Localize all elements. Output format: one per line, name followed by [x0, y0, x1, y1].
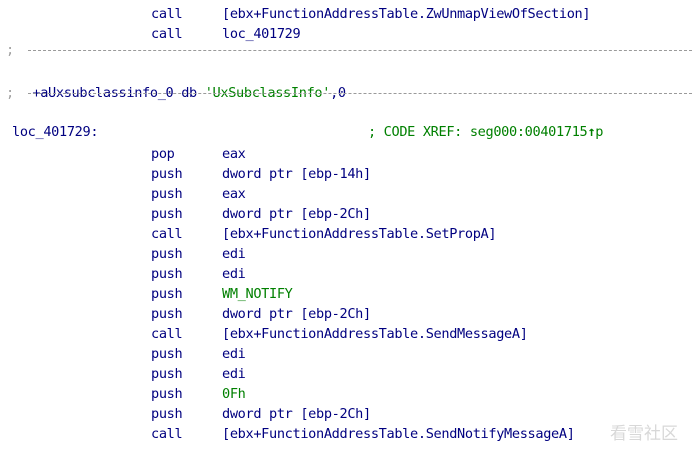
code-line[interactable]: push dword ptr [ebp-2Ch]: [0, 204, 371, 224]
code-line[interactable]: push dword ptr [ebp-14h]: [0, 164, 371, 184]
symbolic-constant: WM_NOTIFY: [222, 286, 293, 302]
instruction-operand: edi: [222, 266, 246, 282]
xref-type: p: [595, 124, 604, 140]
code-xref-comment[interactable]: ; CODE XREF: seg000:00401715↑p: [368, 122, 603, 142]
instruction-operand: eax: [222, 146, 246, 162]
code-line[interactable]: push 0Fh: [0, 384, 246, 404]
instruction-mnemonic: push: [151, 166, 183, 182]
code-line[interactable]: push dword ptr [ebp-2Ch]: [0, 404, 371, 424]
instruction-operand: edi: [222, 366, 246, 382]
code-line[interactable]: push WM_NOTIFY: [0, 284, 293, 304]
instruction-operand: [ebx+FunctionAddressTable.SendMessageA]: [222, 326, 528, 342]
immediate-constant: 0Fh: [222, 386, 246, 402]
location-line[interactable]: loc_401729: ; CODE XREF: seg000:00401715…: [0, 122, 692, 142]
section-separator: ;: [0, 40, 692, 60]
instruction-operand: [ebx+FunctionAddressTable.SetPropA]: [222, 226, 497, 242]
code-line[interactable]: push edi: [0, 364, 246, 384]
code-line[interactable]: call [ebx+FunctionAddressTable.SendMessa…: [0, 324, 528, 344]
instruction-mnemonic: push: [151, 206, 183, 222]
instruction-mnemonic: push: [151, 186, 183, 202]
instruction-mnemonic: pop: [151, 146, 175, 162]
instruction-mnemonic: call: [151, 426, 183, 442]
code-line[interactable]: call [ebx+FunctionAddressTable.ZwUnmapVi…: [0, 4, 591, 24]
separator-dashed-rule: [28, 93, 692, 94]
instruction-mnemonic: push: [151, 406, 183, 422]
code-line[interactable]: call [ebx+FunctionAddressTable.SetPropA]: [0, 224, 497, 244]
instruction-mnemonic: call: [151, 226, 183, 242]
code-line[interactable]: push eax: [0, 184, 246, 204]
code-line[interactable]: push edi: [0, 264, 246, 284]
instruction-mnemonic: push: [151, 346, 183, 362]
instruction-operand: [ebx+FunctionAddressTable.ZwUnmapViewOfS…: [222, 6, 591, 22]
instruction-mnemonic: push: [151, 366, 183, 382]
instruction-mnemonic: push: [151, 266, 183, 282]
code-line[interactable]: push edi: [0, 244, 246, 264]
instruction-mnemonic: push: [151, 386, 183, 402]
separator-dashed-rule: [28, 50, 692, 51]
instruction-mnemonic: call: [151, 6, 183, 22]
instruction-operand: dword ptr [ebp-14h]: [222, 166, 371, 182]
instruction-operand: dword ptr [ebp-2Ch]: [222, 206, 371, 222]
instruction-operand: edi: [222, 346, 246, 362]
code-line[interactable]: push dword ptr [ebp-2Ch]: [0, 304, 371, 324]
code-line[interactable]: call [ebx+FunctionAddressTable.SendNotif…: [0, 424, 575, 444]
instruction-mnemonic: push: [151, 306, 183, 322]
instruction-operand: edi: [222, 246, 246, 262]
location-label[interactable]: loc_401729:: [12, 122, 99, 142]
separator-semicolon: ;: [6, 85, 14, 101]
instruction-mnemonic: push: [151, 246, 183, 262]
instruction-mnemonic: call: [151, 326, 183, 342]
code-line[interactable]: pop eax: [0, 144, 246, 164]
instruction-operand: dword ptr [ebp-2Ch]: [222, 306, 371, 322]
instruction-operand: eax: [222, 186, 246, 202]
code-line[interactable]: push edi: [0, 344, 246, 364]
instruction-mnemonic: push: [151, 286, 183, 302]
watermark: 看雪社区: [610, 424, 678, 444]
instruction-operand: dword ptr [ebp-2Ch]: [222, 406, 371, 422]
separator-semicolon: ;: [6, 42, 14, 58]
xref-text: ; CODE XREF: seg000:00401715: [368, 124, 588, 140]
instruction-operand: [ebx+FunctionAddressTable.SendNotifyMess…: [222, 426, 575, 442]
data-definition-line[interactable]: +aUxsubclassinfo_0 db 'UxSubclassInfo',0: [0, 63, 346, 101]
section-separator: ;: [0, 83, 692, 103]
